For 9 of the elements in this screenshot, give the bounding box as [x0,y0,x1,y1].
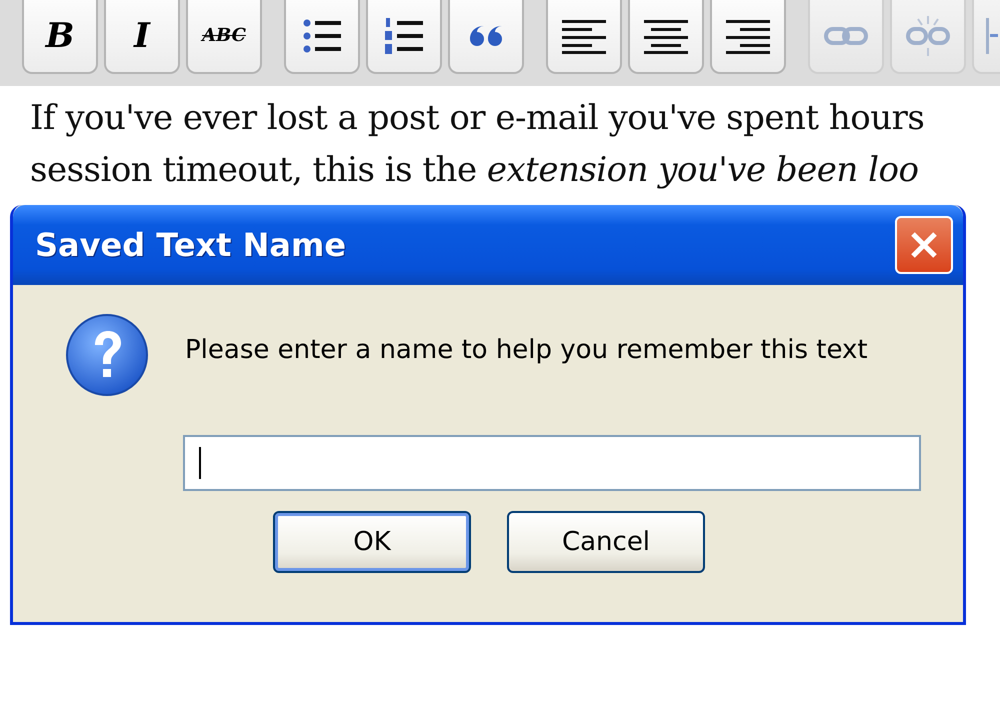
paragraph-line: If you've ever lost a post or e-mail you've spent hours [30,97,926,140]
dialog-title: Saved Text Name [35,226,346,264]
toolbar-button[interactable]: B [22,0,98,74]
toolbar-button[interactable]: ABC [186,0,262,74]
dialog-message: Please enter a name to help you remember this text [185,335,868,365]
dialog-button[interactable]: Cancel [507,511,705,573]
toolbar-button[interactable]: I [104,0,180,74]
paragraph-line: session timeout, this is the extension you've been loo [30,149,920,192]
dialog-button[interactable]: OK [273,511,471,573]
